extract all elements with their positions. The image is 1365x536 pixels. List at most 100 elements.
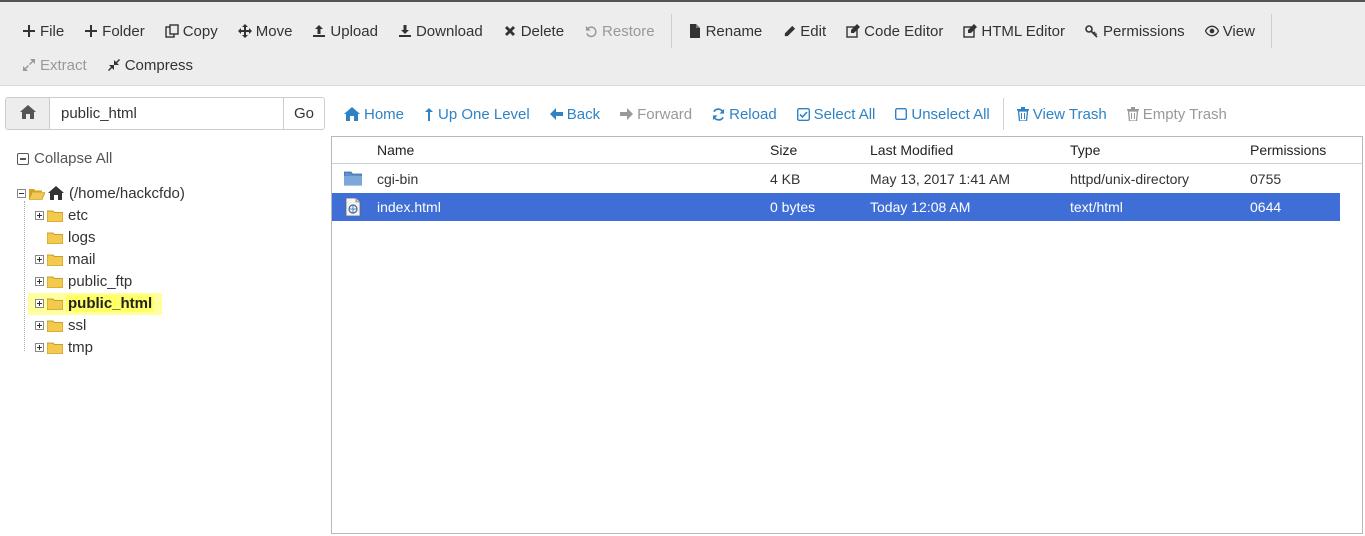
toolbar-row-2: Extract Compress (12, 50, 203, 80)
upload-icon (312, 24, 326, 38)
file-modified: May 13, 2017 1:41 AM (870, 171, 1011, 187)
code-editor-button[interactable]: Code Editor (836, 16, 953, 46)
file-permissions: 0644 (1250, 199, 1282, 215)
move-button[interactable]: Move (228, 16, 303, 46)
folder-icon (46, 209, 64, 223)
trash-icon (1126, 107, 1139, 121)
home-icon (19, 105, 36, 122)
home-icon (344, 107, 360, 121)
nav-home-button[interactable]: Home (334, 106, 414, 123)
expand-icon (22, 58, 36, 72)
file-name: index.html (377, 199, 441, 215)
edit-button[interactable]: Edit (772, 16, 836, 46)
trash-icon (1016, 107, 1029, 121)
file-name: cgi-bin (377, 171, 419, 187)
toolbar-divider (1270, 14, 1272, 48)
plus-icon (22, 24, 36, 38)
navbar-divider (1002, 98, 1004, 130)
path-input[interactable] (50, 98, 283, 129)
minus-square-icon (17, 152, 29, 165)
new-folder-button[interactable]: Folder (74, 16, 155, 46)
compress-button[interactable]: Compress (97, 50, 203, 80)
toolbar-row-1: File Folder Copy Move Upload Download De… (12, 14, 1278, 48)
edit-box-icon (846, 24, 861, 38)
go-button[interactable]: Go (283, 98, 324, 129)
empty-trash-button[interactable]: Empty Trash (1117, 106, 1237, 123)
folder-icon (46, 231, 64, 245)
expand-toggle-icon[interactable] (35, 320, 44, 330)
new-file-button[interactable]: File (12, 16, 74, 46)
tree-item-tmp[interactable]: tmp (35, 336, 95, 358)
download-icon (398, 24, 412, 38)
expand-toggle-icon[interactable] (35, 342, 44, 352)
rename-button[interactable]: Rename (678, 16, 773, 46)
plus-icon (84, 24, 98, 38)
move-icon (237, 24, 252, 38)
eye-icon (1204, 24, 1219, 38)
copy-button[interactable]: Copy (155, 16, 228, 46)
key-icon (1085, 24, 1099, 38)
file-list-panel: Name Size Last Modified Type Permissions… (331, 136, 1363, 534)
html-editor-button[interactable]: HTML Editor (953, 16, 1075, 46)
download-button[interactable]: Download (388, 16, 493, 46)
refresh-icon (712, 107, 725, 121)
table-row[interactable]: index.html 0 bytes Today 12:08 AM text/h… (332, 193, 1340, 221)
up-one-level-button[interactable]: Up One Level (414, 106, 540, 123)
square-icon (895, 108, 908, 120)
compress-icon (107, 58, 121, 72)
collapse-all-button[interactable]: Collapse All (17, 150, 112, 167)
column-header-last-modified[interactable]: Last Modified (870, 142, 953, 158)
arrow-right-icon (620, 108, 634, 120)
tree-item-logs[interactable]: logs (35, 226, 98, 248)
home-icon (48, 186, 64, 200)
extract-button[interactable]: Extract (12, 50, 97, 80)
column-header-type[interactable]: Type (1070, 142, 1100, 158)
file-size: 4 KB (770, 171, 801, 187)
view-button[interactable]: View (1195, 16, 1265, 46)
copy-icon (165, 24, 179, 38)
back-button[interactable]: Back (540, 106, 610, 123)
level-up-icon (424, 107, 434, 121)
folder-icon (46, 275, 64, 289)
tree-item-public-ftp[interactable]: public_ftp (35, 270, 134, 292)
expand-toggle-icon[interactable] (35, 210, 44, 220)
file-type: httpd/unix-directory (1070, 171, 1190, 187)
tree-item-mail[interactable]: mail (35, 248, 98, 270)
upload-button[interactable]: Upload (302, 16, 388, 46)
reload-button[interactable]: Reload (702, 106, 787, 123)
column-header-name[interactable]: Name (377, 142, 414, 158)
tree-root[interactable]: (/home/hackcfdo) (17, 182, 187, 204)
collapse-toggle-icon[interactable] (17, 188, 26, 198)
navigation-bar: Home Up One Level Back Forward Reload Se… (334, 98, 1237, 130)
file-size: 0 bytes (770, 199, 816, 215)
table-row[interactable]: cgi-bin 4 KB May 13, 2017 1:41 AM httpd/… (332, 165, 1340, 193)
restore-button[interactable]: Restore (574, 16, 665, 46)
home-button[interactable] (6, 98, 50, 129)
toolbar-divider (670, 14, 672, 48)
tree-item-ssl[interactable]: ssl (35, 314, 88, 336)
file-type: text/html (1070, 199, 1123, 215)
expand-toggle-icon[interactable] (35, 254, 44, 264)
undo-icon (584, 24, 598, 38)
expand-toggle-icon[interactable] (35, 276, 44, 286)
pencil-icon (782, 24, 796, 38)
folder-icon (46, 319, 64, 333)
column-header-permissions[interactable]: Permissions (1250, 142, 1326, 158)
permissions-button[interactable]: Permissions (1075, 16, 1195, 46)
folder-icon (46, 253, 64, 267)
select-all-button[interactable]: Select All (787, 106, 886, 123)
expand-toggle-icon[interactable] (35, 298, 44, 308)
delete-button[interactable]: Delete (493, 16, 574, 46)
html-file-icon (344, 197, 362, 217)
arrow-left-icon (549, 108, 563, 120)
view-trash-button[interactable]: View Trash (1007, 106, 1117, 123)
unselect-all-button[interactable]: Unselect All (885, 106, 999, 123)
file-modified: Today 12:08 AM (870, 199, 971, 215)
folder-icon (46, 297, 64, 311)
folder-icon (46, 341, 64, 355)
column-header-size[interactable]: Size (770, 142, 797, 158)
forward-button[interactable]: Forward (610, 106, 702, 123)
tree-item-public-html[interactable]: public_html (35, 292, 155, 314)
edit-box-icon (963, 24, 978, 38)
tree-item-etc[interactable]: etc (35, 204, 90, 226)
